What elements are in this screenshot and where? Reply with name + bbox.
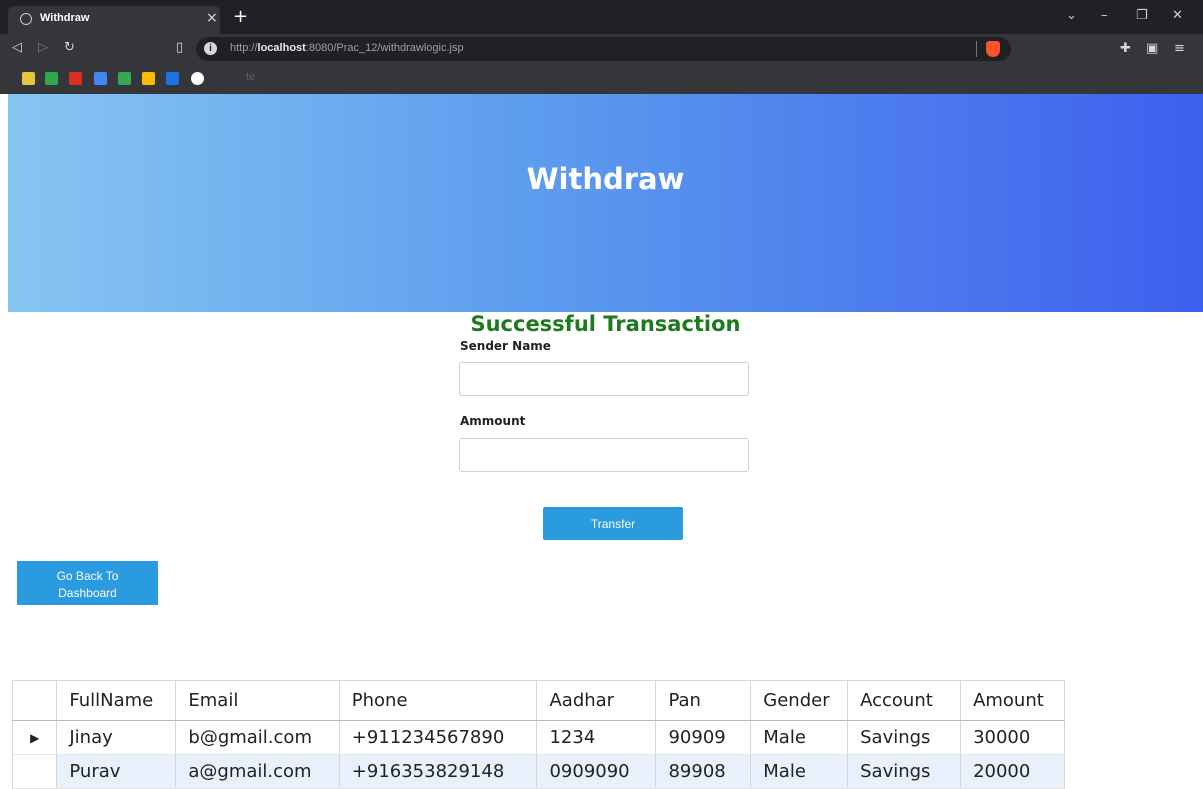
table-cell[interactable]: +916353829148 <box>338 754 538 789</box>
browser-tab[interactable]: Withdraw × <box>8 6 220 34</box>
table-cell[interactable]: 90909 <box>655 720 752 755</box>
restore-icon[interactable]: ❐ <box>1136 8 1148 23</box>
amount-label: Ammount <box>460 414 526 428</box>
back-icon[interactable]: ◁ <box>12 40 22 55</box>
bookmark-icon[interactable]: ▯ <box>176 40 183 55</box>
column-header[interactable]: Pan <box>655 680 752 721</box>
tab-search-icon[interactable]: ⌄ <box>1066 8 1077 23</box>
wallet-icon[interactable]: ▣ <box>1146 41 1158 56</box>
url-separator <box>976 41 977 57</box>
bookmark-docs-icon[interactable] <box>94 72 107 85</box>
column-header[interactable]: Email <box>175 680 340 721</box>
address-bar[interactable]: i http://localhost:8080/Prac_12/withdraw… <box>196 37 1011 61</box>
status-message: Successful Transaction <box>470 312 741 336</box>
table-row[interactable]: Purav a@gmail.com +916353829148 0909090 … <box>11 754 1065 789</box>
table-cell[interactable]: a@gmail.com <box>175 754 340 789</box>
table-cell[interactable]: 1234 <box>536 720 657 755</box>
table-cell[interactable]: 20000 <box>960 754 1065 789</box>
table-cell[interactable]: Savings <box>847 720 962 755</box>
go-back-line1: Go Back To <box>56 569 119 583</box>
bookmarks-bar: te <box>0 64 1203 94</box>
tab-title: Withdraw <box>40 12 90 24</box>
table-cell[interactable]: 30000 <box>960 720 1065 755</box>
brave-shield-icon[interactable] <box>986 41 1000 57</box>
close-window-icon[interactable]: ✕ <box>1172 8 1183 23</box>
browser-tab-bar: Withdraw × + ⌄ – ❐ ✕ <box>0 0 1203 34</box>
table-cell[interactable]: Male <box>750 720 849 755</box>
grid-header-row: FullName Email Phone Aadhar Pan Gender A… <box>11 680 1065 721</box>
table-cell[interactable]: b@gmail.com <box>175 720 340 755</box>
column-header[interactable]: FullName <box>56 680 177 721</box>
bookmark-gmail-icon[interactable] <box>69 72 82 85</box>
bookmark-drive-icon[interactable] <box>45 72 58 85</box>
forward-icon[interactable]: ▷ <box>38 40 48 55</box>
reload-icon[interactable]: ↻ <box>64 40 75 55</box>
page-header: Withdraw <box>8 94 1203 312</box>
table-cell[interactable]: Savings <box>847 754 962 789</box>
results-grid: FullName Email Phone Aadhar Pan Gender A… <box>11 680 1065 789</box>
globe-icon <box>20 13 32 25</box>
row-header-corner <box>11 680 58 721</box>
info-icon[interactable]: i <box>204 42 217 55</box>
bookmark-text[interactable]: te <box>246 71 255 83</box>
column-header[interactable]: Phone <box>338 680 538 721</box>
table-cell[interactable]: 0909090 <box>536 754 657 789</box>
minimize-icon[interactable]: – <box>1101 8 1108 23</box>
bookmark-drive2-icon[interactable] <box>142 72 155 85</box>
table-cell[interactable]: 89908 <box>655 754 752 789</box>
current-row-marker-icon: ▶ <box>11 720 58 755</box>
sender-name-label: Sender Name <box>460 339 551 353</box>
extensions-icon[interactable]: ✚ <box>1120 41 1131 56</box>
bookmark-photos-icon[interactable] <box>22 72 35 85</box>
new-tab-icon[interactable]: + <box>233 6 248 27</box>
browser-nav-bar: ◁ ▷ ↻ ▯ i http://localhost:8080/Prac_12/… <box>0 34 1203 64</box>
table-cell[interactable]: Purav <box>56 754 177 789</box>
menu-icon[interactable]: ≡ <box>1174 41 1185 56</box>
row-header <box>11 754 58 789</box>
table-cell[interactable]: Jinay <box>56 720 177 755</box>
amount-input[interactable] <box>459 438 749 472</box>
close-tab-icon[interactable]: × <box>206 10 218 26</box>
go-back-button[interactable]: Go Back To Dashboard <box>17 561 158 605</box>
sender-name-input[interactable] <box>459 362 749 396</box>
table-row[interactable]: ▶ Jinay b@gmail.com +911234567890 1234 9… <box>11 720 1065 755</box>
url-text[interactable]: http://localhost:8080/Prac_12/withdrawlo… <box>230 42 464 54</box>
transfer-button[interactable]: Transfer <box>543 507 683 540</box>
go-back-line2: Dashboard <box>58 586 117 600</box>
column-header[interactable]: Aadhar <box>536 680 657 721</box>
bookmark-sheets-icon[interactable] <box>166 72 179 85</box>
column-header[interactable]: Account <box>847 680 962 721</box>
page-title: Withdraw <box>526 162 685 196</box>
column-header[interactable]: Amount <box>960 680 1065 721</box>
bookmark-globe-icon[interactable] <box>191 72 204 85</box>
table-cell[interactable]: Male <box>750 754 849 789</box>
table-cell[interactable]: +911234567890 <box>338 720 538 755</box>
bookmark-meet-icon[interactable] <box>118 72 131 85</box>
column-header[interactable]: Gender <box>750 680 849 721</box>
